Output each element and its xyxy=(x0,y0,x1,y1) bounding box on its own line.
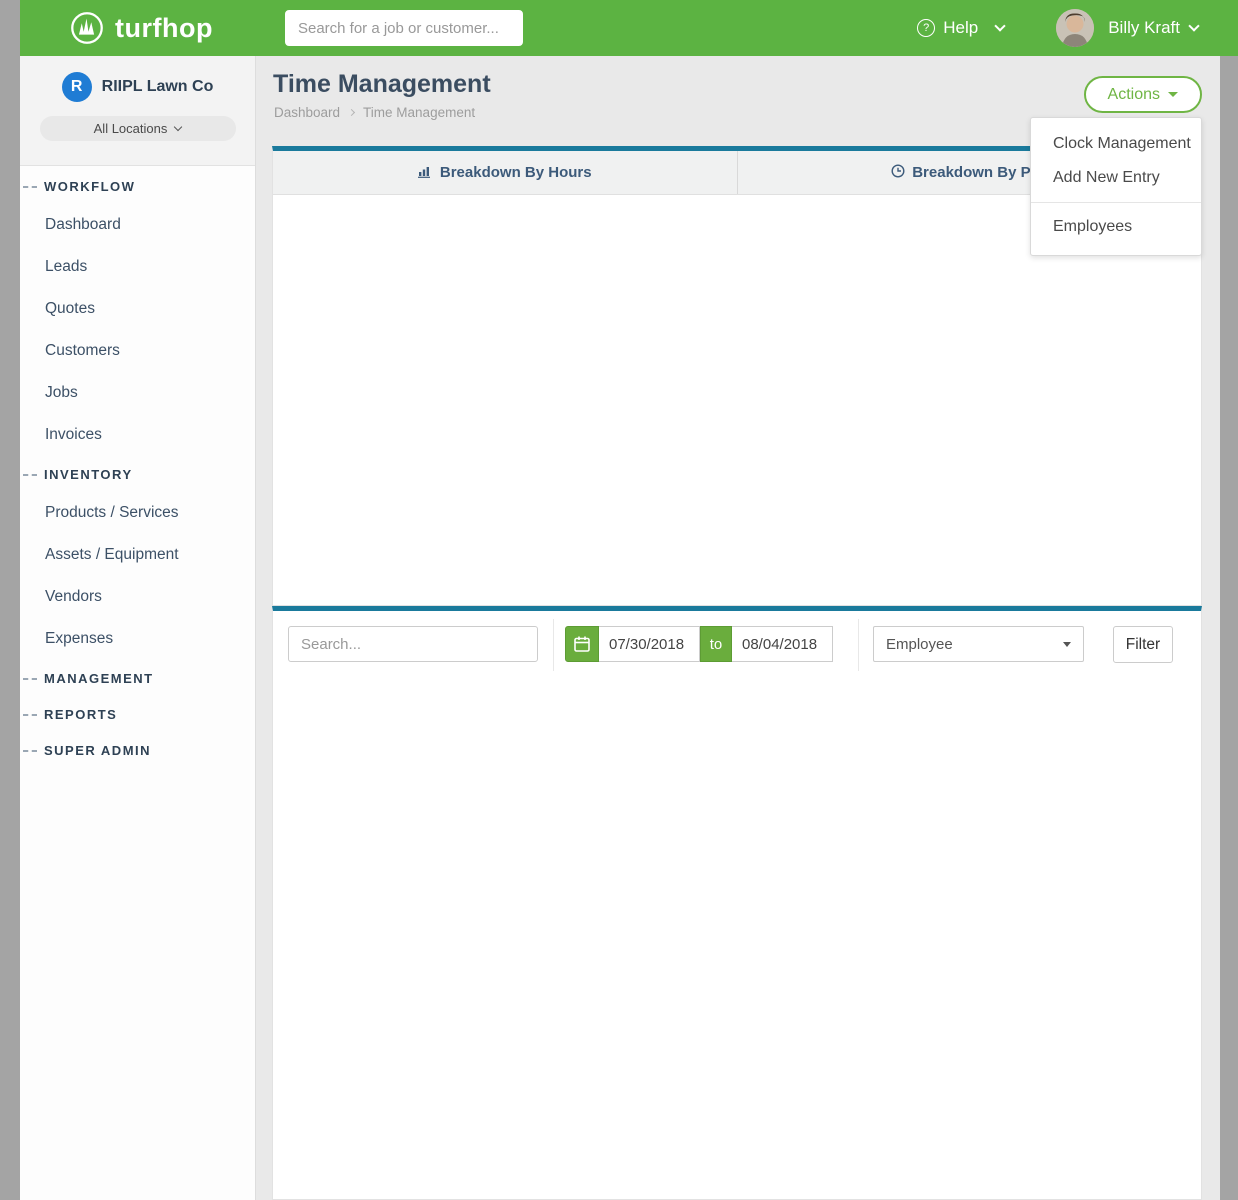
filter-button[interactable]: Filter xyxy=(1113,626,1173,663)
menu-item-add-new-entry[interactable]: Add New Entry xyxy=(1031,161,1201,195)
employee-select[interactable]: Employee xyxy=(873,626,1084,662)
breadcrumb: Dashboard Time Management xyxy=(274,105,475,120)
sidebar-section-label: REPORTS xyxy=(44,707,117,722)
sidebar-item-leads[interactable]: Leads xyxy=(20,246,255,288)
sidebar-section-inventory: INVENTORY xyxy=(20,456,255,492)
company-logo: R xyxy=(62,72,92,102)
sidebar-section-management: MANAGEMENT xyxy=(20,660,255,696)
sidebar-item-jobs[interactable]: Jobs xyxy=(20,372,255,414)
global-search-input[interactable] xyxy=(285,10,523,46)
menu-divider xyxy=(1031,202,1201,203)
tab-breakdown-by-hours[interactable]: Breakdown By Hours xyxy=(273,151,737,194)
sidebar-nav: WORKFLOW DashboardLeadsQuotesCustomersJob… xyxy=(20,166,255,768)
bar-chart-icon xyxy=(418,164,433,182)
section-dash-icon xyxy=(23,186,37,188)
actions-button[interactable]: Actions xyxy=(1084,76,1202,113)
user-menu[interactable]: Billy Kraft xyxy=(1108,18,1198,38)
company: R RIIPL Lawn Co xyxy=(20,72,255,102)
chevron-right-icon xyxy=(348,109,355,116)
section-dash-icon xyxy=(23,474,37,476)
caret-down-icon xyxy=(1168,92,1178,97)
employee-select-value: Employee xyxy=(886,636,953,653)
calendar-icon xyxy=(573,635,591,653)
company-name: RIIPL Lawn Co xyxy=(102,78,214,96)
date-from-input[interactable] xyxy=(599,626,700,662)
sidebar-item-assets-equipment[interactable]: Assets / Equipment xyxy=(20,534,255,576)
sidebar-item-quotes[interactable]: Quotes xyxy=(20,288,255,330)
help-menu[interactable]: ? Help xyxy=(917,18,1004,38)
section-dash-icon xyxy=(23,750,37,752)
divider xyxy=(858,619,859,671)
page-title: Time Management xyxy=(273,70,491,99)
time-entries-panel: to Employee Filter xyxy=(272,606,1202,1200)
section-dash-icon xyxy=(23,678,37,680)
sidebar-item-customers[interactable]: Customers xyxy=(20,330,255,372)
hours-chart-svg xyxy=(273,195,1201,605)
sidebar-section-label: MANAGEMENT xyxy=(44,671,154,686)
sidebar-item-invoices[interactable]: Invoices xyxy=(20,414,255,456)
table-search-input[interactable] xyxy=(288,626,538,662)
top-header: turfhop ? Help Billy Kraft xyxy=(20,0,1238,56)
filter-bar: to Employee Filter xyxy=(273,611,1201,679)
caret-down-icon xyxy=(1063,642,1071,647)
sidebar-item-dashboard[interactable]: Dashboard xyxy=(20,204,255,246)
sidebar: R RIIPL Lawn Co All Locations WORKFLOW Da… xyxy=(20,56,256,1200)
sidebar-company-block: R RIIPL Lawn Co All Locations xyxy=(20,56,255,166)
sidebar-item-products-services[interactable]: Products / Services xyxy=(20,492,255,534)
sidebar-item-expenses[interactable]: Expenses xyxy=(20,618,255,660)
sidebar-section-label: INVENTORY xyxy=(44,467,133,482)
tab-label: Breakdown By Pay xyxy=(912,164,1047,181)
help-icon: ? xyxy=(917,19,935,37)
actions-dropdown-menu: Clock ManagementAdd New Entry Employees xyxy=(1030,117,1202,256)
help-label: Help xyxy=(943,18,978,38)
user-photo xyxy=(1056,9,1094,47)
brand-logo[interactable]: turfhop xyxy=(68,9,213,47)
main-content: Time Management Dashboard Time Managemen… xyxy=(256,56,1220,1200)
turfhop-grass-icon xyxy=(68,9,106,47)
section-dash-icon xyxy=(23,714,37,716)
sidebar-section-reports: REPORTS xyxy=(20,696,255,732)
location-selector[interactable]: All Locations xyxy=(40,116,236,141)
brand-name: turfhop xyxy=(115,13,213,44)
divider xyxy=(553,619,554,671)
sidebar-item-vendors[interactable]: Vendors xyxy=(20,576,255,618)
calendar-button[interactable] xyxy=(565,626,599,662)
date-range-group: to xyxy=(565,626,833,662)
user-name: Billy Kraft xyxy=(1108,18,1180,38)
breadcrumb-dashboard[interactable]: Dashboard xyxy=(274,105,340,120)
clock-icon xyxy=(891,164,905,182)
date-to-input[interactable] xyxy=(732,626,833,662)
avatar[interactable] xyxy=(1056,9,1094,47)
location-label: All Locations xyxy=(94,121,168,136)
sidebar-section-label: WORKFLOW xyxy=(44,179,135,194)
menu-item-employees[interactable]: Employees xyxy=(1031,210,1201,244)
tab-label: Breakdown By Hours xyxy=(440,164,592,181)
sidebar-section-label: SUPER ADMIN xyxy=(44,743,151,758)
chevron-down-icon xyxy=(995,20,1006,31)
sidebar-section-workflow: WORKFLOW xyxy=(20,168,255,204)
chevron-down-icon xyxy=(174,123,182,131)
breadcrumb-current: Time Management xyxy=(363,105,475,120)
menu-item-clock-management[interactable]: Clock Management xyxy=(1031,127,1201,161)
chevron-down-icon xyxy=(1188,20,1199,31)
actions-button-label: Actions xyxy=(1108,86,1160,104)
date-range-to-label: to xyxy=(700,626,732,662)
sidebar-section-super-admin: SUPER ADMIN xyxy=(20,732,255,768)
hours-chart xyxy=(273,195,1201,605)
